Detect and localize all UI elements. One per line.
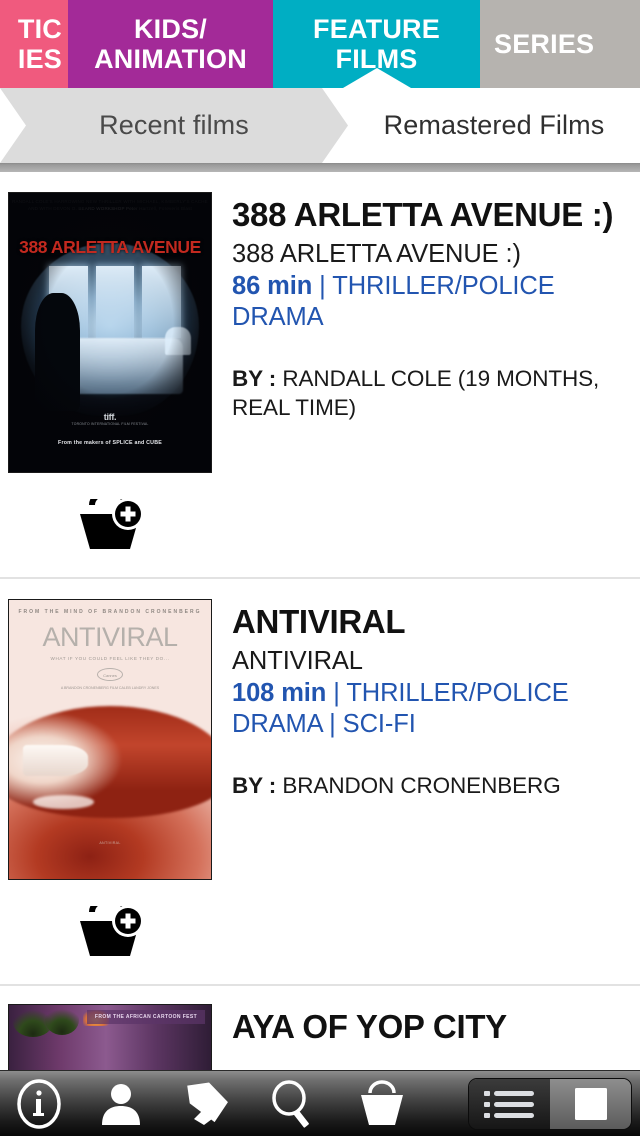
grid-view-icon[interactable]: [573, 1086, 609, 1122]
info-icon[interactable]: [14, 1078, 64, 1129]
person-icon[interactable]: [96, 1079, 146, 1129]
film-list-item[interactable]: RANDALL COLE'S HARROWING NEW THRILLER WI…: [0, 172, 640, 579]
category-tab-feature-films[interactable]: FEATURE FILMS: [273, 0, 480, 88]
film-duration: 108 min: [232, 679, 327, 708]
film-duration: 86 min: [232, 272, 313, 301]
toolbar-button-tags[interactable]: [164, 1071, 250, 1136]
poster-palm-decor: [45, 1005, 79, 1035]
poster-top-tagline: FROM THE MIND OF BRANDON CRONENBERG: [18, 609, 202, 615]
film-director-value: BRANDON CRONENBERG: [282, 773, 561, 799]
film-title: ANTIVIRAL: [232, 603, 406, 640]
add-to-basket-icon[interactable]: [78, 906, 148, 958]
category-tab-dramatic-series[interactable]: TIC IES: [0, 0, 68, 88]
add-to-basket-icon[interactable]: [78, 499, 148, 551]
film-poster-aya-of-yop-city[interactable]: FROM THE AFRICAN CARTOON FEST: [8, 1004, 212, 1070]
active-tab-notch-icon: [342, 68, 411, 88]
film-director: BY : RANDALL COLE (19 MONTHS, REAL TIME): [232, 365, 628, 422]
sub-tab-label: Recent films: [99, 110, 249, 140]
category-tab-label-line2: IES: [17, 44, 62, 74]
sub-tab-recent-films[interactable]: Recent films: [0, 88, 348, 163]
poster-container[interactable]: FROM THE MIND OF BRANDON CRONENBERG ANTI…: [0, 599, 212, 880]
poster-festival-logo: tiff. TORONTO INTERNATIONAL FILM FESTIVA…: [9, 412, 211, 426]
poster-container[interactable]: RANDALL COLE'S HARROWING NEW THRILLER WI…: [0, 192, 212, 473]
app-root: TIC IES KIDS/ ANIMATION FEATURE FILMS SE…: [0, 0, 640, 1136]
film-meta: 108 min | THRILLER/POLICE DRAMA | SCI-FI: [232, 678, 628, 740]
toolbar-button-profile[interactable]: [78, 1071, 164, 1136]
poster-teeth-decor: [23, 745, 88, 776]
tag-icon[interactable]: [182, 1079, 232, 1129]
poster-title-text: ANTIVIRAL: [42, 622, 178, 652]
film-poster-388-arletta-avenue[interactable]: RANDALL COLE'S HARROWING NEW THRILLER WI…: [8, 192, 212, 473]
search-icon[interactable]: [268, 1079, 318, 1129]
list-view-icon[interactable]: [481, 1087, 539, 1121]
film-meta-separator: |: [312, 272, 333, 301]
sub-tab-remastered-films[interactable]: Remastered Films: [348, 88, 640, 163]
view-mode-toggle[interactable]: [468, 1077, 632, 1130]
film-poster-antiviral[interactable]: FROM THE MIND OF BRANDON CRONENBERG ANTI…: [8, 599, 212, 880]
poster-festival-laurel: Cannes: [97, 668, 123, 681]
poster-legal-text: [13, 464, 207, 467]
film-director-label: BY :: [232, 366, 283, 392]
view-mode-grid-button[interactable]: [550, 1078, 631, 1129]
toolbar-button-info[interactable]: [0, 1071, 78, 1136]
category-tab-label-line1: TIC: [17, 13, 62, 44]
poster-banner-text: FROM THE AFRICAN CARTOON FEST: [94, 1014, 198, 1020]
poster-vignette: [9, 193, 211, 472]
film-title: AYA OF YOP CITY: [232, 1008, 507, 1045]
poster-credits-text: A BRANDON CRONENBERG FILM CALEB LANDRY J…: [60, 686, 160, 690]
toolbar-button-search[interactable]: [250, 1071, 336, 1136]
film-original-title: 388 ARLETTA AVENUE :): [232, 239, 521, 268]
toolbar-button-basket[interactable]: [336, 1071, 428, 1136]
poster-blurb-text: ANTIVIRAL: [99, 841, 121, 845]
poster-container[interactable]: FROM THE AFRICAN CARTOON FEST: [0, 1004, 212, 1070]
category-tab-label-line1: SERIES: [494, 28, 595, 59]
film-actions: [0, 880, 640, 984]
poster-festival-sub: TORONTO INTERNATIONAL FILM FESTIVAL: [71, 422, 149, 426]
film-director-value: RANDALL COLE (19 MONTHS, REAL TIME): [232, 366, 600, 420]
poster-festival-name: tiff.: [103, 412, 117, 422]
category-tab-series[interactable]: SERIES: [480, 0, 640, 88]
category-tab-kids-animation[interactable]: KIDS/ ANIMATION: [68, 0, 273, 88]
basket-icon[interactable]: [357, 1079, 407, 1129]
category-tab-label-line1: KIDS/: [133, 13, 207, 44]
film-list[interactable]: RANDALL COLE'S HARROWING NEW THRILLER WI…: [0, 172, 640, 1070]
view-mode-list-button[interactable]: [469, 1078, 550, 1129]
film-actions: [0, 473, 640, 577]
poster-banner: FROM THE AFRICAN CARTOON FEST: [87, 1010, 205, 1024]
sub-tab-bar: Recent films Remastered Films: [0, 88, 640, 163]
category-tab-label-line2: ANIMATION: [94, 44, 247, 74]
poster-legal-text: [13, 870, 207, 873]
bottom-toolbar: [0, 1070, 640, 1136]
sub-tab-label: Remastered Films: [383, 110, 605, 140]
category-tab-label-line1: FEATURE: [313, 13, 440, 44]
film-info: AYA OF YOP CITY: [212, 1004, 640, 1047]
film-title: 388 ARLETTA AVENUE :): [232, 196, 614, 233]
poster-tagline-text: From the makers of SPLICE and CUBE: [58, 440, 162, 446]
film-director: BY : BRANDON CRONENBERG: [232, 772, 628, 800]
film-meta: 86 min | THRILLER/POLICE DRAMA: [232, 271, 628, 333]
film-list-item[interactable]: FROM THE MIND OF BRANDON CRONENBERG ANTI…: [0, 579, 640, 986]
poster-sub-tagline: WHAT IF YOU COULD FEEL LIKE THEY DO...: [50, 656, 170, 661]
category-tab-bar: TIC IES KIDS/ ANIMATION FEATURE FILMS SE…: [0, 0, 640, 88]
film-original-title: ANTIVIRAL: [232, 646, 363, 675]
film-info: 388 ARLETTA AVENUE :) 388 ARLETTA AVENUE…: [212, 192, 640, 422]
film-list-item[interactable]: FROM THE AFRICAN CARTOON FEST AYA OF YOP…: [0, 986, 640, 1070]
film-meta-separator: |: [326, 679, 347, 708]
film-info: ANTIVIRAL ANTIVIRAL 108 min | THRILLER/P…: [212, 599, 640, 801]
poster-title-text: 388 ARLETTA AVENUE: [19, 237, 201, 257]
film-director-label: BY :: [232, 773, 283, 799]
